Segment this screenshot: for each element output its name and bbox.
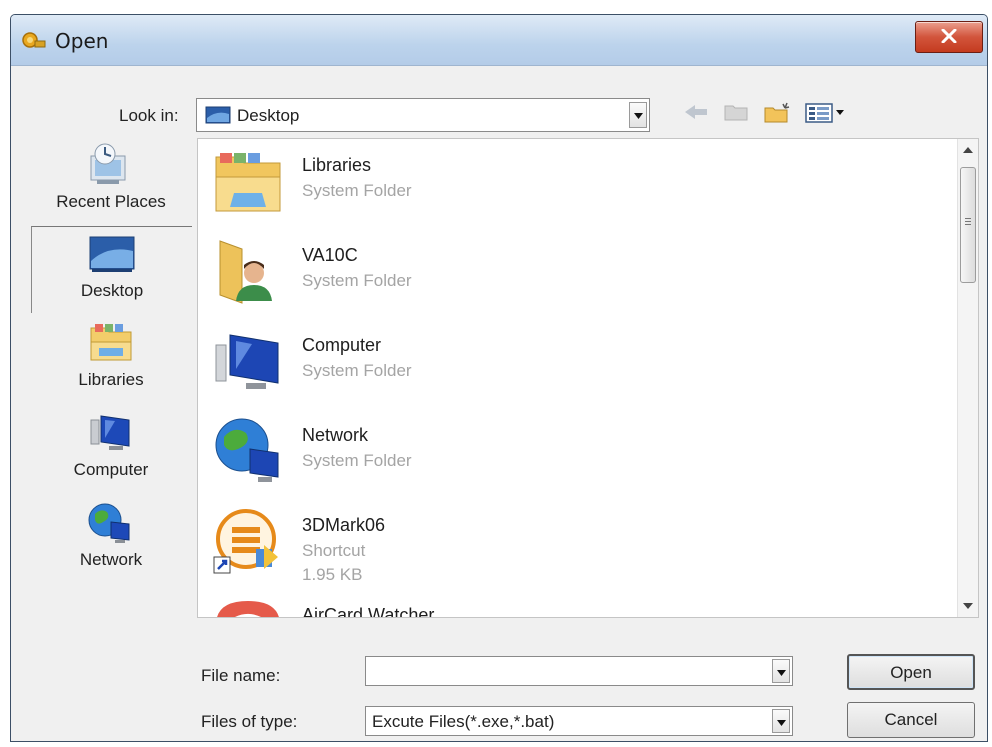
look-in-label: Look in:	[119, 106, 179, 125]
file-list[interactable]: Libraries System Folder VA10C System Fol…	[197, 138, 979, 618]
chevron-down-icon	[777, 670, 786, 676]
scroll-thumb[interactable]	[960, 167, 976, 283]
scroll-down-icon[interactable]	[963, 603, 973, 609]
file-name: Libraries	[302, 155, 372, 175]
list-item[interactable]: Computer System Folder	[198, 319, 938, 409]
open-file-icon	[22, 32, 46, 48]
file-type: System Folder	[302, 271, 412, 290]
file-type: Shortcut	[302, 541, 366, 560]
computer-icon	[215, 334, 279, 389]
file-name-dropdown-button[interactable]	[772, 659, 790, 683]
close-icon	[941, 29, 957, 43]
libraries-folder-icon	[215, 153, 281, 212]
up-folder-icon[interactable]	[723, 102, 749, 122]
title-bar[interactable]: Open	[11, 15, 987, 66]
place-label: Network	[79, 550, 143, 569]
look-in-dropdown[interactable]: Desktop	[196, 98, 650, 132]
place-libraries[interactable]: Libraries	[31, 316, 191, 402]
file-name: Network	[302, 425, 369, 445]
list-item[interactable]: 3DMark06 Shortcut 1.95 KB	[198, 499, 938, 589]
open-dialog: Open Look in: Desktop Recent Places Desk…	[10, 14, 988, 742]
shortcut-icon	[213, 509, 278, 574]
list-item[interactable]: Libraries System Folder	[198, 139, 938, 229]
chevron-down-icon	[777, 720, 786, 726]
file-type-dropdown[interactable]: Excute Files(*.exe,*.bat)	[365, 706, 793, 736]
place-recent-places[interactable]: Recent Places	[31, 138, 191, 224]
user-folder-icon	[219, 240, 272, 304]
vertical-scrollbar[interactable]	[957, 139, 978, 617]
network-icon	[88, 503, 130, 543]
file-name-combo[interactable]	[365, 656, 793, 686]
chevron-down-icon	[634, 113, 643, 119]
file-name-input[interactable]	[370, 660, 760, 682]
views-menu-icon[interactable]	[805, 102, 849, 124]
window-title: Open	[55, 29, 109, 53]
dialog-body: Look in: Desktop Recent Places Desktop L…	[11, 66, 987, 741]
open-button[interactable]: Open	[847, 654, 975, 690]
file-name: VA10C	[302, 245, 358, 265]
place-label: Libraries	[78, 370, 144, 389]
place-label: Desktop	[80, 281, 144, 300]
cancel-button[interactable]: Cancel	[847, 702, 975, 738]
file-type: System Folder	[302, 361, 412, 380]
close-button[interactable]	[915, 21, 983, 53]
place-desktop[interactable]: Desktop	[31, 226, 192, 313]
file-type-value: Excute Files(*.exe,*.bat)	[372, 712, 555, 731]
look-in-value: Desktop	[237, 106, 300, 125]
desktop-icon	[89, 236, 135, 272]
new-folder-icon[interactable]	[763, 102, 791, 124]
network-icon	[215, 418, 279, 482]
place-computer[interactable]: Computer	[31, 406, 191, 492]
file-type-label: Files of type:	[201, 712, 298, 731]
place-label: Recent Places	[56, 192, 166, 211]
list-item[interactable]: AirCard Watcher	[198, 589, 938, 618]
file-size: 1.95 KB	[302, 565, 363, 584]
places-bar: Recent Places Desktop Libraries Computer…	[31, 138, 192, 628]
file-type-dropdown-button[interactable]	[772, 709, 790, 733]
file-name: Computer	[302, 335, 382, 355]
back-arrow-icon[interactable]	[683, 102, 709, 122]
place-label: Computer	[73, 460, 149, 479]
libraries-icon	[90, 324, 132, 361]
file-name-label: File name:	[201, 666, 281, 685]
recent-places-icon	[90, 143, 126, 184]
file-type: System Folder	[302, 451, 412, 470]
file-name: AirCard Watcher	[302, 605, 435, 618]
scroll-up-icon[interactable]	[963, 147, 973, 153]
look-in-dropdown-button[interactable]	[629, 102, 647, 128]
file-type: System Folder	[302, 181, 412, 200]
place-network[interactable]: Network	[31, 496, 191, 582]
file-name: 3DMark06	[302, 515, 386, 535]
list-item[interactable]: Network System Folder	[198, 409, 938, 499]
desktop-icon	[205, 106, 231, 124]
list-item[interactable]: VA10C System Folder	[198, 229, 938, 319]
computer-icon	[90, 415, 130, 450]
aircard-icon	[217, 601, 279, 617]
